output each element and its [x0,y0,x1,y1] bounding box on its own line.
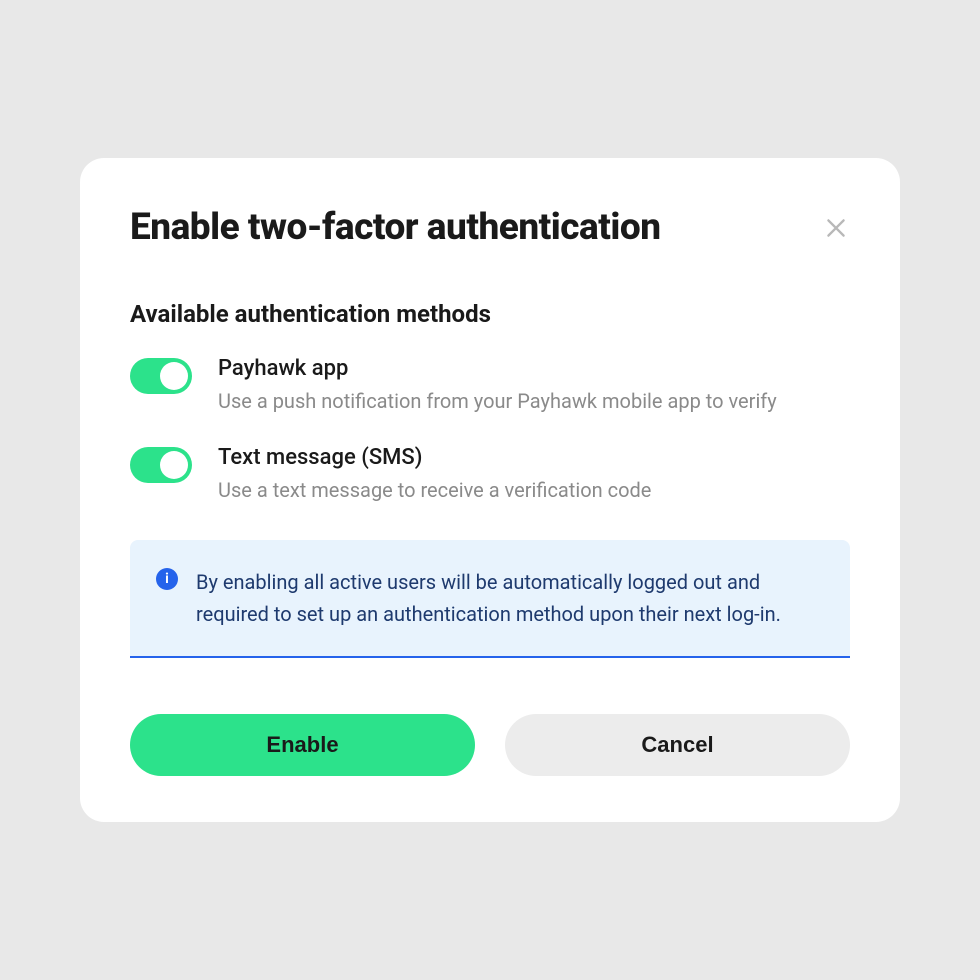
method-description: Use a push notification from your Payhaw… [218,387,850,415]
method-text: Text message (SMS) Use a text message to… [218,445,850,504]
auth-method-sms: Text message (SMS) Use a text message to… [130,445,850,504]
toggle-sms[interactable] [130,447,192,483]
info-text: By enabling all active users will be aut… [196,566,820,630]
close-icon [823,215,849,241]
toggle-payhawk-app[interactable] [130,358,192,394]
method-description: Use a text message to receive a verifica… [218,476,850,504]
modal-title: Enable two-factor authentication [130,208,661,249]
enable-button[interactable]: Enable [130,714,475,776]
modal-header: Enable two-factor authentication [130,208,850,249]
cancel-button[interactable]: Cancel [505,714,850,776]
toggle-knob [160,362,188,390]
two-factor-auth-modal: Enable two-factor authentication Availab… [80,158,900,823]
method-text: Payhawk app Use a push notification from… [218,356,850,415]
toggle-knob [160,451,188,479]
auth-method-payhawk-app: Payhawk app Use a push notification from… [130,356,850,415]
button-row: Enable Cancel [130,714,850,776]
info-banner: i By enabling all active users will be a… [130,540,850,658]
close-button[interactable] [822,214,850,242]
section-title: Available authentication methods [130,300,850,328]
method-title: Payhawk app [218,356,850,381]
method-title: Text message (SMS) [218,445,850,470]
info-icon: i [156,568,178,590]
